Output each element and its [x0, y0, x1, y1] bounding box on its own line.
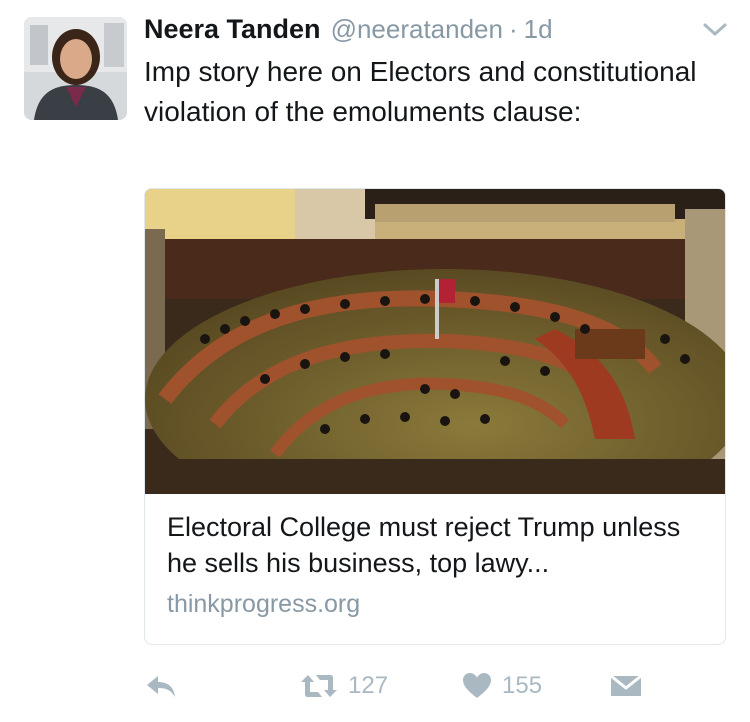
separator-dot: ·	[508, 14, 518, 44]
card-image[interactable]	[145, 189, 725, 494]
retweet-icon	[301, 675, 337, 697]
envelope-icon	[610, 674, 642, 696]
reply-button[interactable]	[144, 668, 178, 704]
author-handle[interactable]: @neeratanden	[331, 14, 503, 45]
tweet: Neera Tanden @neeratanden · 1d Imp story…	[0, 0, 750, 722]
reply-icon	[147, 676, 175, 697]
author-name[interactable]: Neera Tanden	[144, 14, 321, 45]
like-count: 155	[502, 672, 543, 699]
senate-chamber-photo-icon	[145, 189, 725, 494]
heart-icon	[463, 673, 491, 698]
action-bar: 127 155	[0, 668, 750, 708]
retweet-count: 127	[348, 672, 389, 699]
direct-message-button[interactable]	[610, 668, 642, 704]
avatar[interactable]	[24, 17, 127, 120]
like-button[interactable]: 155	[462, 668, 542, 704]
retweet-button[interactable]: 127	[300, 668, 388, 704]
card-domain[interactable]: thinkprogress.org	[167, 590, 360, 619]
tweet-header: Neera Tanden @neeratanden · 1d	[144, 14, 726, 48]
chevron-down-icon[interactable]	[702, 20, 728, 40]
card-title[interactable]: Electoral College must reject Trump unle…	[167, 509, 712, 581]
link-card[interactable]: Electoral College must reject Trump unle…	[144, 188, 726, 645]
profile-photo-icon	[24, 17, 127, 120]
timestamp[interactable]: 1d	[524, 14, 553, 45]
tweet-text: Imp story here on Electors and constitut…	[144, 56, 697, 127]
